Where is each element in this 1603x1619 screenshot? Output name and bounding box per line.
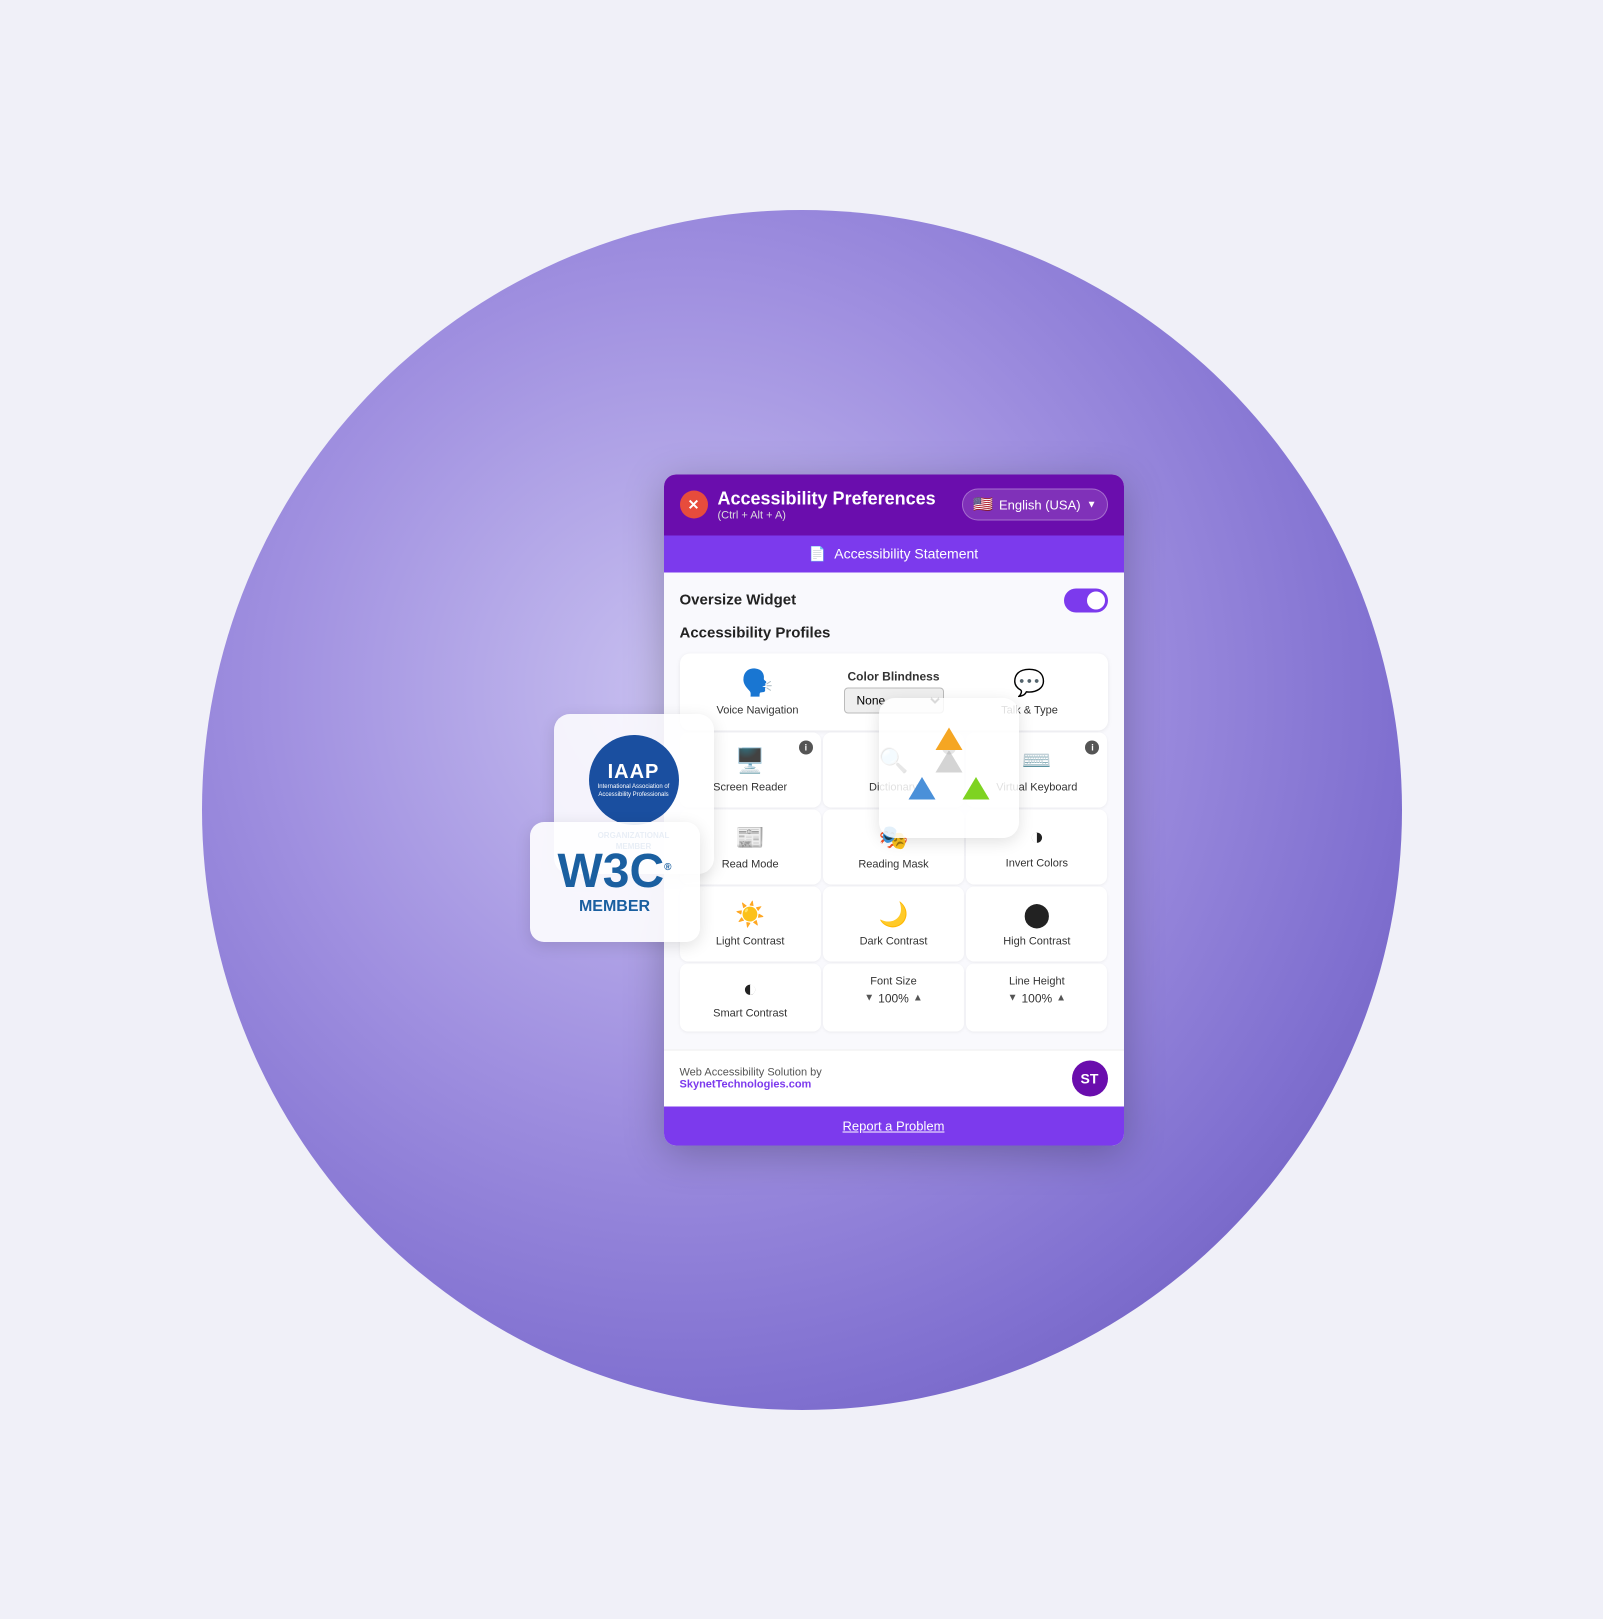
statement-icon: 📄 xyxy=(809,545,826,562)
line-height-decrease-button[interactable]: ▼ xyxy=(1008,993,1018,1004)
widget-footer: Web Accessibility Solution by SkynetTech… xyxy=(664,1049,1124,1106)
smart-contrast-block: ◐ Smart Contrast xyxy=(680,963,821,1031)
read-mode-label: Read Mode xyxy=(722,858,779,870)
dark-contrast-icon: 🌙 xyxy=(879,900,909,929)
oversize-widget-row: Oversize Widget xyxy=(680,588,1108,612)
font-size-increase-button[interactable]: ▲ xyxy=(913,993,923,1004)
read-mode-icon: 📰 xyxy=(735,823,765,852)
oversize-widget-label: Oversize Widget xyxy=(680,592,797,609)
line-height-increase-button[interactable]: ▲ xyxy=(1056,993,1066,1004)
screen-reader-label: Screen Reader xyxy=(713,781,787,793)
lang-label: English (USA) xyxy=(999,497,1081,512)
w3c-member: MEMBER xyxy=(579,898,650,916)
footer-text: Web Accessibility Solution by SkynetTech… xyxy=(680,1066,822,1090)
widget-shortcut: (Ctrl + Alt + A) xyxy=(718,509,936,521)
report-problem-bar[interactable]: Report a Problem xyxy=(664,1106,1124,1145)
close-button[interactable]: ✕ xyxy=(680,491,708,519)
font-size-decrease-button[interactable]: ▼ xyxy=(864,993,874,1004)
talk-type-icon: 💬 xyxy=(1013,667,1045,698)
high-contrast-button[interactable]: ⬤ High Contrast xyxy=(966,886,1107,961)
line-height-value: 100% xyxy=(1021,991,1052,1005)
accessibility-statement-bar[interactable]: 📄 Accessibility Statement xyxy=(664,535,1124,572)
line-height-block: Line Height ▼ 100% ▲ xyxy=(966,963,1107,1031)
widget-header: ✕ Accessibility Preferences (Ctrl + Alt … xyxy=(664,474,1124,535)
smart-contrast-icon: ◐ xyxy=(743,975,758,1003)
reading-mask-label: Reading Mask xyxy=(858,858,928,870)
footer-link[interactable]: SkynetTechnologies.com xyxy=(680,1078,812,1090)
invert-colors-label: Invert Colors xyxy=(1006,857,1068,869)
w3c-badge: W3C® MEMBER xyxy=(530,822,700,942)
line-height-label: Line Height xyxy=(1009,975,1065,987)
language-selector[interactable]: 🇺🇸 English (USA) ▼ xyxy=(962,489,1107,521)
font-size-label: Font Size xyxy=(870,975,916,987)
w3c-text: W3C® xyxy=(557,848,671,896)
size-row: ◐ Smart Contrast Font Size ▼ 100% ▲ Line… xyxy=(680,963,1108,1031)
statement-label: Accessibility Statement xyxy=(834,546,978,562)
iaap-logo: IAAP International Association of Access… xyxy=(589,735,679,825)
footer-text-line1: Web Accessibility Solution by xyxy=(680,1066,822,1078)
widget-title: Accessibility Preferences xyxy=(718,488,936,509)
voice-navigation-icon: 🗣️ xyxy=(741,667,773,698)
font-size-block: Font Size ▼ 100% ▲ xyxy=(823,963,964,1031)
light-contrast-button[interactable]: ☀️ Light Contrast xyxy=(680,886,821,961)
virtual-keyboard-info-icon: i xyxy=(1085,740,1099,754)
voice-navigation-label: Voice Navigation xyxy=(717,704,799,716)
iaap-subtext: International Association of Accessibili… xyxy=(589,784,679,798)
light-contrast-label: Light Contrast xyxy=(716,935,784,947)
screen-reader-info-icon: i xyxy=(799,740,813,754)
font-size-value: 100% xyxy=(878,991,909,1005)
voice-navigation-item[interactable]: 🗣️ Voice Navigation xyxy=(690,667,826,716)
color-blindness-label: Color Blindness xyxy=(847,670,939,684)
smart-contrast-label: Smart Contrast xyxy=(713,1007,787,1019)
high-contrast-label: High Contrast xyxy=(1003,935,1070,947)
triforce-icon xyxy=(904,723,994,813)
chevron-down-icon: ▼ xyxy=(1087,499,1097,510)
light-contrast-icon: ☀️ xyxy=(735,900,765,929)
invert-colors-icon: ◑ xyxy=(1030,823,1045,851)
profiles-section-title: Accessibility Profiles xyxy=(680,624,1108,641)
report-label: Report a Problem xyxy=(843,1118,945,1133)
virtual-keyboard-icon: ⌨️ xyxy=(1022,746,1052,775)
oversize-widget-toggle[interactable] xyxy=(1064,588,1108,612)
flag-icon: 🇺🇸 xyxy=(973,495,993,515)
iaap-text: IAAP xyxy=(608,761,660,784)
footer-logo: ST xyxy=(1072,1060,1108,1096)
screen-reader-icon: 🖥️ xyxy=(735,746,765,775)
high-contrast-icon: ⬤ xyxy=(1023,900,1050,929)
dark-contrast-label: Dark Contrast xyxy=(860,935,928,947)
triforce-card xyxy=(879,698,1019,838)
dark-contrast-button[interactable]: 🌙 Dark Contrast xyxy=(823,886,964,961)
